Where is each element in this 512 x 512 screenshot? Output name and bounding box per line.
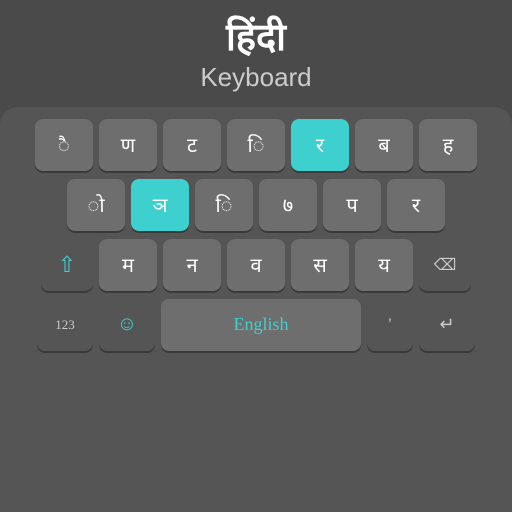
key-ba[interactable]: ब (355, 119, 413, 171)
shift-key[interactable]: ⇧ (41, 239, 93, 291)
key-ma[interactable]: म (99, 239, 157, 291)
key-ha[interactable]: ह (419, 119, 477, 171)
key-o[interactable]: ो (67, 179, 125, 231)
key-na[interactable]: ण (99, 119, 157, 171)
key-7[interactable]: ७ (259, 179, 317, 231)
key-ai[interactable]: ै (35, 119, 93, 171)
key-nya-highlighted[interactable]: ञ (131, 179, 189, 231)
key-ra-highlighted[interactable]: र (291, 119, 349, 171)
key-row-1: ै ण ट ि र ब ह (8, 119, 504, 171)
hindi-title: हिंदी (10, 18, 502, 60)
key-na2[interactable]: न (163, 239, 221, 291)
key-pa[interactable]: प (323, 179, 381, 231)
numbers-key[interactable]: 123 (37, 299, 93, 351)
key-sa[interactable]: स (291, 239, 349, 291)
key-row-2: ो ञ ि ७ प र (8, 179, 504, 231)
key-i2[interactable]: ि (195, 179, 253, 231)
emoji-key[interactable]: ☺ (99, 299, 155, 351)
comma-key[interactable]: ' (367, 299, 413, 351)
key-i[interactable]: ि (227, 119, 285, 171)
space-bar[interactable]: English (161, 299, 361, 351)
backspace-key[interactable]: ⌫ (419, 239, 471, 291)
key-row-4: 123 ☺ English ' ↵ (8, 299, 504, 351)
keyboard-label: Keyboard (10, 62, 502, 93)
key-va[interactable]: व (227, 239, 285, 291)
enter-key[interactable]: ↵ (419, 299, 475, 351)
keyboard-area: ै ण ट ि र ब ह ो ञ ि ७ प र ⇧ म न व स य ⌫ … (0, 107, 512, 512)
app-header: हिंदी Keyboard (0, 0, 512, 107)
key-ya[interactable]: य (355, 239, 413, 291)
key-ra2[interactable]: र (387, 179, 445, 231)
key-ta[interactable]: ट (163, 119, 221, 171)
key-row-3: ⇧ म न व स य ⌫ (8, 239, 504, 291)
